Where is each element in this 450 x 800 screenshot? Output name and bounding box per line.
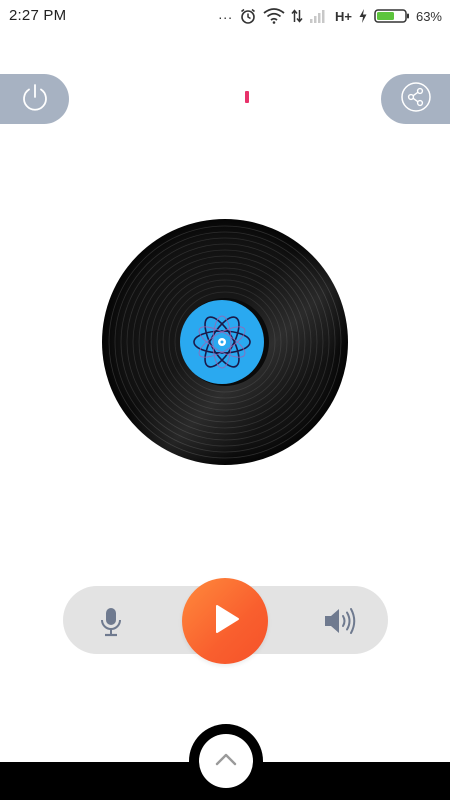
status-icons: ... H+ 63% xyxy=(218,6,442,26)
status-bar: 2:27 PM ... H+ 63% xyxy=(0,0,450,32)
vinyl-record xyxy=(101,218,349,466)
battery-percent: 63% xyxy=(415,8,442,24)
share-icon xyxy=(400,81,432,118)
alarm-icon xyxy=(239,7,257,25)
microphone-button[interactable] xyxy=(97,606,125,638)
wifi-icon xyxy=(263,8,285,24)
power-icon xyxy=(19,81,51,118)
status-time: 2:27 PM xyxy=(9,7,67,24)
chevron-up-icon xyxy=(214,751,238,772)
charging-icon xyxy=(358,8,368,24)
expand-button[interactable] xyxy=(199,734,253,788)
play-icon xyxy=(208,602,242,641)
share-button[interactable] xyxy=(381,74,450,124)
power-button[interactable] xyxy=(0,74,69,124)
level-indicator xyxy=(245,91,249,103)
data-arrows-icon xyxy=(291,8,303,24)
battery-icon xyxy=(374,8,410,24)
network-type: H+ xyxy=(334,8,352,24)
play-button[interactable] xyxy=(182,578,268,664)
volume-icon xyxy=(322,608,358,640)
volume-button[interactable] xyxy=(322,606,358,636)
signal-icon xyxy=(309,8,329,24)
overflow-dots: ... xyxy=(218,6,233,22)
microphone-icon xyxy=(97,608,125,642)
